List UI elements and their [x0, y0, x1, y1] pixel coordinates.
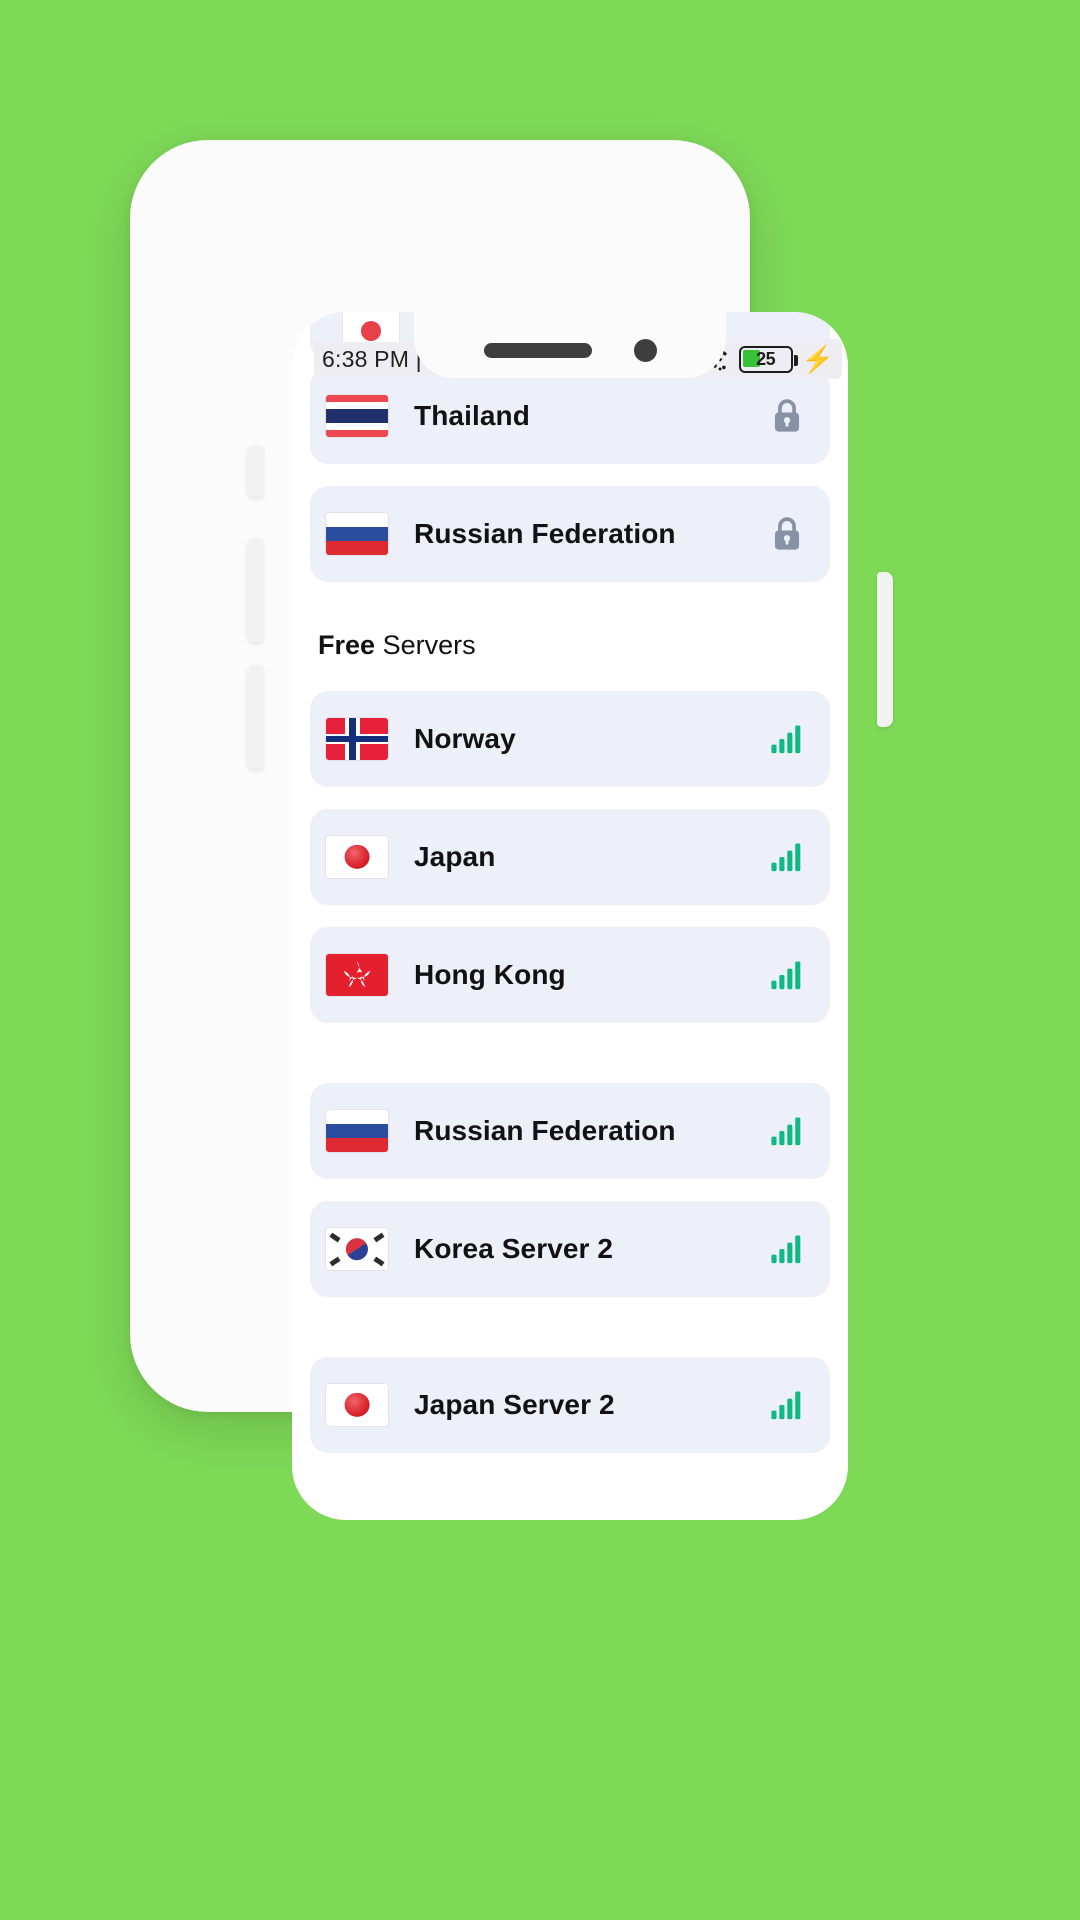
- section-header-free-servers: Free Servers: [310, 604, 830, 691]
- flag-icon-partial: [342, 312, 400, 346]
- server-row-thailand[interactable]: Thailand: [310, 368, 830, 464]
- signal-bars-icon: [771, 725, 801, 754]
- server-row-norway[interactable]: Norway: [310, 691, 830, 787]
- flag-icon-russia: [326, 1110, 388, 1152]
- flag-icon-korea: [326, 1228, 388, 1270]
- signal-bars-icon: [771, 843, 801, 872]
- flag-icon-japan: [326, 836, 388, 878]
- signal-bars-icon: [771, 1235, 801, 1264]
- phone-notch: [414, 312, 726, 378]
- section-header-bold: Free: [318, 630, 376, 660]
- server-name: Russian Federation: [414, 1115, 676, 1146]
- lock-icon: [774, 517, 800, 550]
- bauhinia-flower: [343, 961, 371, 987]
- flag-icon-japan: [326, 1384, 388, 1426]
- phone-screen: 6:38 PM | 0 25 ⚡ Thailand Russian Federa…: [292, 312, 848, 1520]
- signal-bars-icon: [771, 961, 801, 990]
- volume-up-button[interactable]: [247, 538, 263, 642]
- phone-frame: 6:38 PM | 0 25 ⚡ Thailand Russian Federa…: [130, 140, 893, 1520]
- server-row-russian-federation-free[interactable]: Russian Federation: [310, 1083, 830, 1179]
- flag-icon-thailand: [326, 395, 388, 437]
- flag-icon-norway: [326, 718, 388, 760]
- signal-bars-icon: [771, 1117, 801, 1146]
- server-row-japan[interactable]: Japan: [310, 809, 830, 905]
- server-row-japan-server-2[interactable]: Japan Server 2: [310, 1357, 830, 1453]
- flag-icon-russia: [326, 513, 388, 555]
- server-row-korea-server-2[interactable]: Korea Server 2: [310, 1201, 830, 1297]
- power-button[interactable]: [877, 572, 893, 727]
- flag-icon-hong-kong: [326, 954, 388, 996]
- signal-bars-icon: [771, 1391, 801, 1420]
- server-name: Japan Server 2: [414, 1389, 615, 1420]
- front-camera-icon: [633, 338, 657, 362]
- server-name: Thailand: [414, 400, 530, 431]
- earpiece-speaker: [483, 342, 592, 358]
- server-name: Korea Server 2: [414, 1233, 614, 1264]
- silent-switch-button[interactable]: [247, 445, 263, 497]
- server-row-russian-federation-premium[interactable]: Russian Federation: [310, 486, 830, 582]
- server-name: Japan: [414, 841, 496, 872]
- section-header-rest: Servers: [382, 630, 476, 660]
- server-row-hong-kong[interactable]: Hong Kong: [310, 927, 830, 1023]
- server-name: Norway: [414, 723, 516, 754]
- server-name: Russian Federation: [414, 518, 676, 549]
- volume-down-button[interactable]: [247, 665, 263, 769]
- server-list[interactable]: Thailand Russian Federation Free Servers…: [292, 368, 848, 1520]
- server-name: Hong Kong: [414, 959, 566, 990]
- flag-disc: [361, 320, 381, 341]
- lock-icon: [774, 399, 800, 432]
